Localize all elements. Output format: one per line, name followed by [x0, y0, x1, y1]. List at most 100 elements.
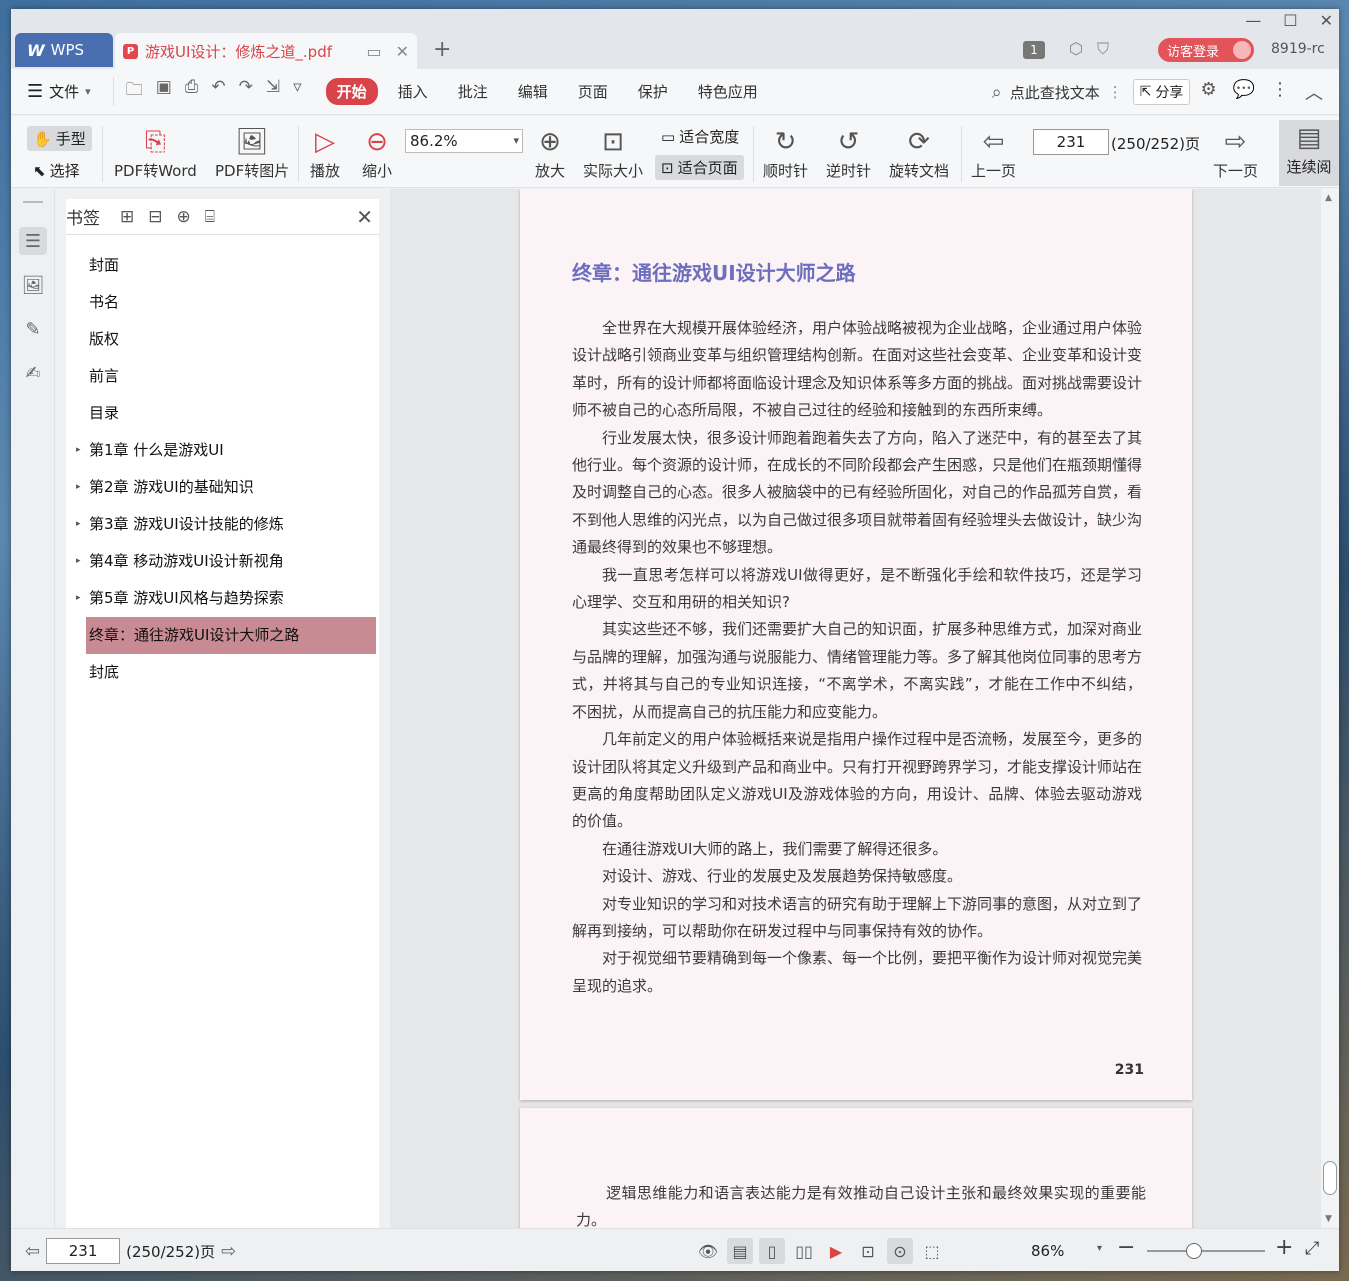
wps-home-tab[interactable]: W WPS	[15, 33, 113, 67]
bookmark-item[interactable]: ▸ 第2章 游戏UI的基础知识	[66, 469, 379, 506]
status-next-page-icon[interactable]: ⇨	[221, 1241, 236, 1262]
bookmark-item[interactable]: ▸ 第4章 移动游戏UI设计新视角	[66, 543, 379, 580]
bookmark-item[interactable]: 目录	[66, 395, 379, 432]
tab-start[interactable]: 开始	[325, 78, 378, 105]
thumbnail-icon[interactable]: 🖼	[19, 271, 47, 299]
file-menu[interactable]: ☰ 文件 ▾	[27, 81, 91, 102]
signature-icon[interactable]: ✍	[19, 359, 47, 387]
zoom-dropdown-icon[interactable]: ▾	[1097, 1243, 1102, 1254]
bookmark-item[interactable]: 封底	[66, 654, 379, 691]
close-window-icon[interactable]: ✕	[1320, 11, 1333, 30]
expand-all-icon[interactable]: ⊞	[120, 207, 134, 227]
tab-special[interactable]: 特色应用	[688, 78, 768, 105]
bookmark-item[interactable]: 封面	[66, 247, 379, 284]
scroll-up-icon[interactable]: ▲	[1325, 193, 1332, 203]
two-page-icon[interactable]: ▯▯	[791, 1238, 817, 1264]
window-count-badge[interactable]: 1	[1023, 41, 1045, 59]
bookmark-item[interactable]: 书名	[66, 284, 379, 321]
rotate-counterclockwise-button[interactable]: ↺ 逆时针	[826, 124, 871, 181]
document-viewport[interactable]: 终章：通往游戏UI设计大师之路 全世界在大规模开展体验经济，用户体验战略被视为企…	[390, 189, 1339, 1228]
undo-icon[interactable]: ↶	[211, 77, 225, 106]
fit-width-button[interactable]: ▭ 适合宽度	[655, 124, 745, 149]
hand-tool-button[interactable]: ✋ 手型	[27, 126, 92, 151]
previous-page-button[interactable]: ⇦ 上一页	[971, 124, 1016, 181]
select-tool-button[interactable]: ⬉ 选择	[27, 158, 86, 183]
guest-login-button[interactable]: 访客登录	[1158, 38, 1254, 62]
monitor-icon[interactable]: ▭	[366, 42, 381, 61]
more-dropdown-icon[interactable]: ▿	[293, 77, 302, 106]
rotate-document-button[interactable]: ⟳ 旋转文档	[889, 124, 949, 181]
actual-size-button[interactable]: ⊡ 实际大小	[583, 124, 643, 181]
status-zoom-value[interactable]: 86%	[1031, 1242, 1064, 1260]
annotation-icon[interactable]: ✎	[19, 315, 47, 343]
tab-edit[interactable]: 编辑	[508, 78, 558, 105]
next-page-button[interactable]: ⇨ 下一页	[1213, 124, 1258, 181]
hexagon-icon[interactable]: ⬡	[1069, 39, 1083, 59]
zoom-in-button[interactable]: ⊕ 放大	[535, 124, 565, 181]
gear-icon[interactable]: ⚙	[1200, 79, 1216, 105]
open-folder-icon[interactable]: 🗀	[126, 77, 143, 106]
play-slideshow-icon[interactable]: ▶	[823, 1238, 849, 1264]
tab-insert[interactable]: 插入	[388, 78, 438, 105]
bookmark-item[interactable]: ▸ 第3章 游戏UI设计技能的修炼	[66, 506, 379, 543]
tab-protect[interactable]: 保护	[628, 78, 678, 105]
shirt-icon[interactable]: ⛉	[1097, 39, 1109, 59]
pdf-to-word-button[interactable]: ⎘ PDF转Word	[114, 124, 197, 181]
bookmark-item[interactable]: 版权	[66, 321, 379, 358]
zoom-slider-track[interactable]	[1147, 1250, 1265, 1252]
tab-annotate[interactable]: 批注	[448, 78, 498, 105]
status-prev-page-icon[interactable]: ⇦	[25, 1241, 40, 1262]
expand-arrow-icon[interactable]: ▸	[76, 469, 81, 506]
fit-page-status-icon[interactable]: ⊙	[887, 1238, 913, 1264]
bookmark-item[interactable]: ▸ 第5章 游戏UI风格与趋势探索	[66, 580, 379, 617]
zoom-plus-button[interactable]: +	[1275, 1235, 1293, 1260]
page-number-input[interactable]: 231	[1033, 129, 1109, 155]
eye-protection-icon[interactable]: 👁	[695, 1238, 721, 1264]
play-button[interactable]: ▷ 播放	[310, 124, 340, 181]
single-page-icon[interactable]: ▯	[759, 1238, 785, 1264]
zoom-slider-knob[interactable]	[1186, 1243, 1203, 1259]
more-options-icon[interactable]: ⋮	[1271, 79, 1289, 105]
add-bookmark-icon[interactable]: ⊕	[177, 207, 191, 227]
collapse-all-icon[interactable]: ⊟	[148, 207, 162, 227]
scrollbar-thumb[interactable]	[1323, 1161, 1337, 1195]
bookmark-list-icon[interactable]: ☰	[19, 227, 47, 255]
continuous-read-button[interactable]: ▤ 连续阅	[1279, 120, 1339, 186]
vertical-scrollbar[interactable]: ▲ ▼	[1321, 189, 1339, 1228]
rotate-clockwise-button[interactable]: ↻ 顺时针	[763, 124, 808, 181]
status-page-input[interactable]: 231	[46, 1238, 121, 1264]
expand-arrow-icon[interactable]: ▸	[76, 506, 81, 543]
more-vertical-icon[interactable]: ⋮	[1108, 83, 1123, 101]
collapse-ribbon-icon[interactable]: ︿	[1305, 79, 1323, 105]
find-text-search[interactable]: ⌕ 点此查找文本 ⋮	[992, 82, 1123, 103]
comment-icon[interactable]: 💬	[1233, 79, 1255, 105]
save-icon[interactable]: ▣	[156, 77, 172, 106]
scroll-down-icon[interactable]: ▼	[1325, 1214, 1332, 1224]
document-tab[interactable]: P 游戏UI设计：修炼之道_.pdf ▭ ✕	[115, 33, 417, 69]
close-tab-icon[interactable]: ✕	[396, 42, 409, 61]
print-icon[interactable]: ⎙	[185, 77, 199, 106]
maximize-icon[interactable]: ☐	[1283, 11, 1297, 30]
new-tab-button[interactable]: +	[433, 37, 451, 62]
fullscreen-icon[interactable]: ⤢	[1305, 1238, 1319, 1259]
continuous-view-icon[interactable]: ▤	[727, 1238, 753, 1264]
share-button[interactable]: ⇱ 分享	[1132, 79, 1191, 105]
expand-arrow-icon[interactable]: ▸	[76, 580, 81, 617]
bookmark-item[interactable]: 前言	[66, 358, 379, 395]
zoom-select[interactable]: 86.2%	[405, 129, 523, 153]
tab-page[interactable]: 页面	[568, 78, 618, 105]
export-icon[interactable]: ⇲	[266, 77, 280, 106]
redo-icon[interactable]: ↷	[239, 77, 253, 106]
bookmark-item-selected[interactable]: 终章：通往游戏UI设计大师之路	[86, 617, 376, 654]
bookmark-settings-icon[interactable]: ⌸	[205, 207, 215, 227]
bookmark-item[interactable]: ▸ 第1章 什么是游戏UI	[66, 432, 379, 469]
pdf-to-image-button[interactable]: 🖼 PDF转图片	[215, 124, 289, 181]
expand-arrow-icon[interactable]: ▸	[76, 543, 81, 580]
close-panel-icon[interactable]: ✕	[356, 205, 373, 229]
expand-arrow-icon[interactable]: ▸	[76, 432, 81, 469]
zoom-minus-button[interactable]: −	[1117, 1235, 1135, 1260]
fit-width-status-icon[interactable]: ⬚	[919, 1238, 945, 1264]
actual-size-status-icon[interactable]: ⊡	[855, 1238, 881, 1264]
zoom-out-button[interactable]: ⊖ 缩小	[362, 124, 392, 181]
minimize-icon[interactable]: —	[1245, 11, 1261, 30]
